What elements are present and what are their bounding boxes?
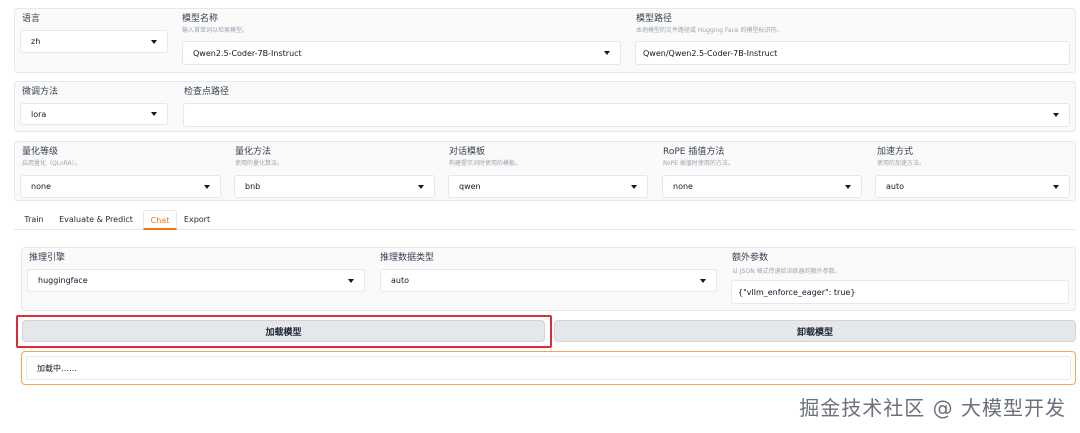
unload-model-button[interactable]: 卸载模型 [554,320,1076,342]
watermark-text: 掘金技术社区 @ 大模型开发 [799,396,1066,420]
quant-method-field: 量化方法 使用的量化算法。 [235,147,283,168]
chevron-down-icon [700,278,706,283]
checkpoint-label: 检查点路径 [184,87,230,97]
chevron-down-icon [845,184,851,189]
booster-field: 加速方式 使用的加速方法。 [877,147,925,168]
infer-backend-dropdown[interactable]: huggingface [27,269,365,292]
template-value: qwen [459,182,481,191]
status-box: 加载中…… [21,351,1076,385]
quant-bit-label: 量化等级 [22,147,59,157]
template-field: 对话模板 构建提示词时使用的模板。 [449,147,521,168]
extra-args-hint: 以 JSON 格式传递给训练器的额外参数。 [732,268,841,275]
tab-evaluate-predict[interactable]: Evaluate & Predict [56,210,136,230]
quant-method-label: 量化方法 [235,147,272,157]
booster-hint: 使用的加速方法。 [877,160,926,167]
model-path-field: 模型路径 本地模型的文件路径或 Hugging Face 的模型标识符。 [636,14,783,35]
infer-dtype-value: auto [391,276,410,285]
infer-dtype-label: 推理数据类型 [380,253,435,263]
chevron-down-icon [348,278,354,283]
infer-dtype-field: 推理数据类型 [380,253,434,264]
model-path-input[interactable]: Qwen/Qwen2.5-Coder-7B-Instruct [635,41,1070,65]
quant-bit-field: 量化等级 启用量化（QLoRA）。 [22,147,81,168]
chevron-down-icon [631,184,637,189]
infer-backend-label: 推理引擎 [29,253,66,263]
extra-args-input[interactable]: {"vllm_enforce_eager": true} [731,280,1069,304]
model-name-label: 模型名称 [182,14,219,24]
model-name-hint: 输入首单词以检索模型。 [182,27,249,34]
rope-dropdown[interactable]: none [662,175,862,198]
quant-bit-dropdown[interactable]: none [20,175,221,198]
model-name-field: 模型名称 输入首单词以检索模型。 [182,14,248,35]
booster-label: 加速方式 [877,147,914,157]
model-path-label: 模型路径 [636,14,673,24]
finetune-label: 微调方法 [22,87,59,97]
tab-chat[interactable]: Chat [143,210,177,230]
quant-bit-value: none [31,182,51,191]
template-hint: 构建提示词时使用的模板。 [449,160,522,167]
tab-export[interactable]: Export [182,210,212,230]
status-textbox[interactable]: 加载中…… [26,356,1071,380]
language-dropdown[interactable]: zh [20,30,168,53]
finetune-field: 微调方法 [22,87,58,98]
extra-args-label: 额外参数 [732,253,769,263]
load-button-highlight [16,315,552,348]
extra-args-field: 额外参数 以 JSON 格式传递给训练器的额外参数。 [732,253,841,276]
extra-args-value: {"vllm_enforce_eager": true} [738,287,856,297]
language-label: 语言 [22,14,41,24]
booster-dropdown[interactable]: auto [875,175,1070,198]
chevron-down-icon [1053,113,1059,117]
chevron-down-icon [204,184,210,189]
model-path-hint: 本地模型的文件路径或 Hugging Face 的模型标识符。 [636,27,783,34]
chevron-down-icon [604,51,610,55]
infer-backend-value: huggingface [38,276,88,285]
finetune-value: lora [31,109,47,119]
booster-value: auto [886,182,905,191]
chevron-down-icon [151,112,157,116]
template-label: 对话模板 [449,147,486,157]
quant-method-dropdown[interactable]: bnb [234,175,435,198]
quant-method-value: bnb [245,182,261,191]
checkpoint-field: 检查点路径 [184,87,229,98]
tab-train[interactable]: Train [22,210,46,230]
rope-value: none [673,182,693,191]
rope-hint: RoPE 插值时使用的方法。 [663,160,734,167]
rope-field: RoPE 插值方法 RoPE 插值时使用的方法。 [663,147,734,168]
finetune-dropdown[interactable]: lora [20,103,168,125]
infer-backend-field: 推理引擎 [29,253,65,264]
model-path-value: Qwen/Qwen2.5-Coder-7B-Instruct [643,48,778,58]
tab-bar: Train Evaluate & Predict Chat Export [14,210,1076,230]
model-name-dropdown[interactable]: Qwen2.5-Coder-7B-Instruct [182,41,621,65]
chevron-down-icon [1053,184,1059,189]
quant-bit-hint: 启用量化（QLoRA）。 [22,160,81,167]
rope-label: RoPE 插值方法 [663,147,725,157]
chevron-down-icon [151,39,157,44]
model-name-value: Qwen2.5-Coder-7B-Instruct [193,48,302,58]
quant-method-hint: 使用的量化算法。 [235,160,284,167]
checkpoint-dropdown[interactable] [183,103,1070,127]
language-field: 语言 [22,14,40,25]
language-value: zh [31,37,41,46]
infer-dtype-dropdown[interactable]: auto [380,269,717,292]
status-text: 加载中…… [37,363,77,373]
chevron-down-icon [418,184,424,189]
template-dropdown[interactable]: qwen [448,175,648,198]
